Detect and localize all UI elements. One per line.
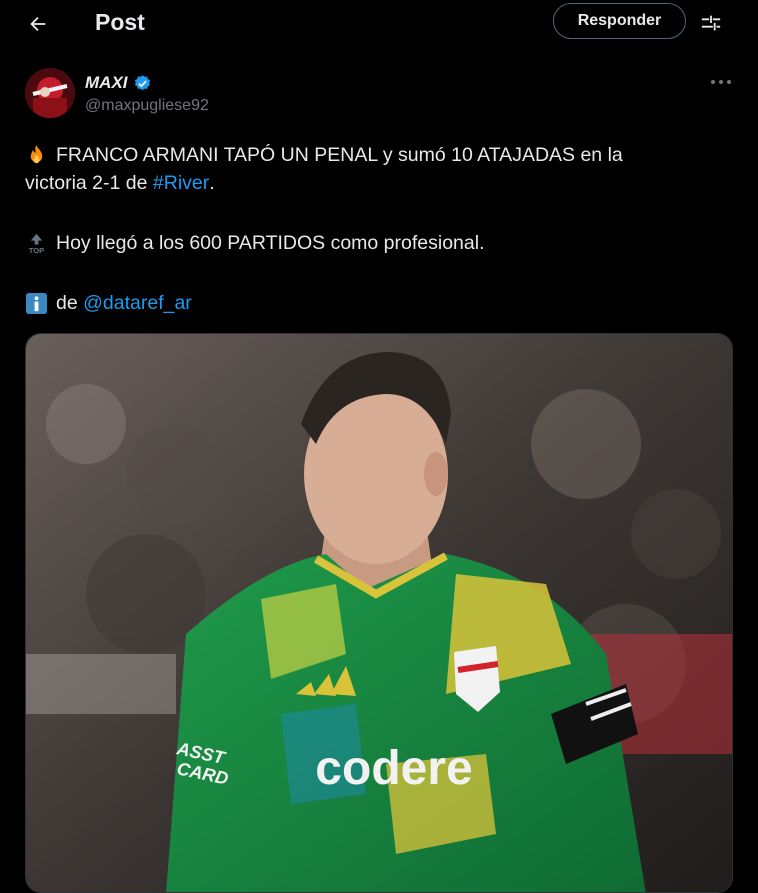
reply-button[interactable]: Responder bbox=[553, 3, 686, 39]
photo-goalkeeper-image: codere ASST CARD bbox=[26, 334, 732, 892]
post-text-line-2-suffix: . bbox=[209, 172, 215, 194]
more-options-button[interactable] bbox=[705, 68, 737, 96]
information-emoji-icon bbox=[25, 292, 48, 314]
post-text-line-2-prefix: victoria 2-1 de bbox=[25, 172, 153, 194]
verified-badge-icon bbox=[134, 74, 150, 90]
avatar-image bbox=[25, 68, 75, 118]
hashtag-link[interactable]: #River bbox=[153, 169, 209, 197]
sliders-icon bbox=[701, 15, 721, 31]
fire-emoji-icon bbox=[30, 144, 43, 163]
author-display-name[interactable]: MAXI bbox=[85, 72, 152, 94]
top-bar: Post Responder bbox=[0, 0, 758, 48]
mention-link[interactable]: @dataref_ar bbox=[83, 289, 192, 317]
post-text-line-1-text: FRANCO ARMANI TAPÓ UN PENAL y sumó 10 AT… bbox=[56, 144, 623, 166]
settings-button[interactable] bbox=[698, 10, 724, 36]
post-text-line-1: FRANCO ARMANI TAPÓ UN PENAL y sumó 10 AT… bbox=[25, 141, 623, 169]
post-text-line-3: TOP Hoy llegó a los 600 PARTIDOS como pr… bbox=[25, 229, 485, 257]
post-author: MAXI @maxpugliese92 bbox=[25, 68, 735, 122]
svg-text:TOP: TOP bbox=[29, 246, 45, 255]
back-button[interactable] bbox=[22, 8, 54, 40]
post-media[interactable]: codere ASST CARD bbox=[25, 333, 733, 893]
more-dots-icon bbox=[711, 80, 731, 84]
top-arrow-emoji-icon: TOP bbox=[29, 233, 45, 255]
post-text-line-3-text: Hoy llegó a los 600 PARTIDOS como profes… bbox=[56, 232, 485, 254]
avatar[interactable] bbox=[25, 68, 75, 118]
page-title: Post bbox=[95, 9, 145, 35]
display-name-text: MAXI bbox=[85, 73, 128, 92]
sponsor-text: codere bbox=[315, 742, 472, 795]
post-text-line-2: victoria 2-1 de #River. bbox=[25, 169, 215, 197]
post-text-line-4-prefix: de bbox=[56, 292, 84, 314]
arrow-left-icon bbox=[30, 16, 46, 32]
author-handle[interactable]: @maxpugliese92 bbox=[85, 96, 209, 116]
post-text-line-4: de @dataref_ar bbox=[25, 289, 192, 317]
